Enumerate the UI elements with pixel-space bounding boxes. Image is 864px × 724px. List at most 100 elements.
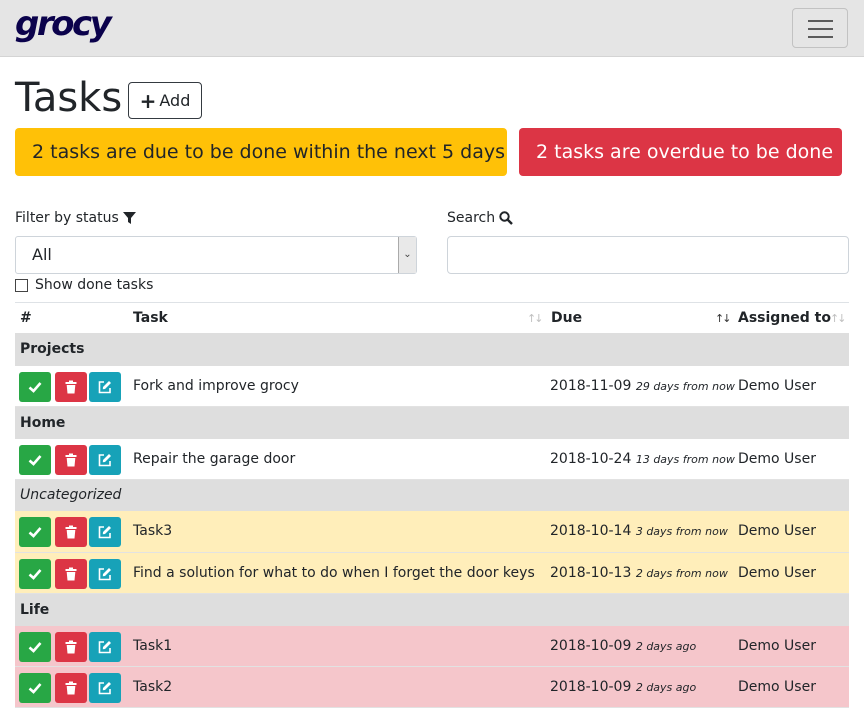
due-date: 2018-10-24 bbox=[550, 451, 632, 467]
due-relative: 13 days from now bbox=[635, 453, 735, 466]
table-row: Task1 2018-10-09 2 days ago Demo User bbox=[15, 626, 849, 667]
filter-label-wrap: Filter by status bbox=[15, 210, 136, 226]
group-row-projects: Projects bbox=[15, 333, 849, 366]
edit-icon bbox=[98, 641, 111, 654]
delete-button[interactable] bbox=[55, 673, 87, 703]
task-assigned: Demo User bbox=[738, 565, 816, 581]
mark-done-button[interactable] bbox=[19, 372, 51, 402]
delete-button[interactable] bbox=[55, 517, 87, 547]
delete-button[interactable] bbox=[55, 559, 87, 589]
brand-logo[interactable]: grocy bbox=[15, 4, 112, 44]
task-assigned: Demo User bbox=[738, 451, 816, 467]
table-row: Fork and improve grocy 2018-11-09 29 day… bbox=[15, 366, 849, 407]
mark-done-button[interactable] bbox=[19, 559, 51, 589]
check-icon bbox=[28, 569, 42, 580]
trash-icon bbox=[65, 567, 77, 581]
due-date: 2018-10-09 bbox=[550, 638, 632, 654]
mark-done-button[interactable] bbox=[19, 445, 51, 475]
search-label-wrap: Search bbox=[447, 210, 513, 226]
edit-button[interactable] bbox=[89, 445, 121, 475]
task-due: 2018-10-09 2 days ago bbox=[550, 679, 696, 695]
group-row-home: Home bbox=[15, 407, 849, 439]
table-row: Task3 2018-10-14 3 days from now Demo Us… bbox=[15, 511, 849, 553]
due-relative: 2 days ago bbox=[635, 681, 697, 694]
task-name: Repair the garage door bbox=[133, 451, 296, 467]
edit-button[interactable] bbox=[89, 559, 121, 589]
task-due: 2018-10-09 2 days ago bbox=[550, 638, 696, 654]
chevron-down-icon[interactable]: ⌄ bbox=[398, 237, 416, 273]
show-done-checkbox[interactable] bbox=[15, 278, 28, 292]
table-row: Find a solution for what to do when I fo… bbox=[15, 553, 849, 594]
trash-icon bbox=[65, 380, 77, 394]
delete-button[interactable] bbox=[55, 372, 87, 402]
sort-icon[interactable]: ↑↓ bbox=[830, 312, 847, 325]
hamburger-icon-bar bbox=[808, 28, 833, 30]
group-row-uncategorized: Uncategorized bbox=[15, 480, 849, 511]
task-due: 2018-11-09 29 days from now bbox=[550, 378, 735, 394]
task-name: Fork and improve grocy bbox=[133, 378, 299, 394]
add-button-label: Add bbox=[159, 91, 191, 110]
show-done-toggle[interactable]: Show done tasks bbox=[15, 277, 153, 293]
trash-icon bbox=[65, 640, 77, 654]
status-filter-select[interactable]: All ⌄ bbox=[15, 236, 417, 274]
edit-icon bbox=[98, 568, 111, 581]
add-task-button[interactable]: + Add bbox=[128, 82, 202, 119]
menu-toggle-button[interactable] bbox=[792, 8, 848, 48]
mark-done-button[interactable] bbox=[19, 673, 51, 703]
edit-icon bbox=[98, 454, 111, 467]
sort-active-icon[interactable]: ↑↓ bbox=[715, 312, 732, 325]
task-assigned: Demo User bbox=[738, 378, 816, 394]
due-relative: 2 days ago bbox=[635, 640, 697, 653]
hamburger-icon-bar bbox=[808, 36, 833, 38]
check-icon bbox=[28, 455, 42, 466]
due-relative: 29 days from now bbox=[635, 380, 735, 393]
task-name: Task2 bbox=[133, 679, 173, 695]
mark-done-button[interactable] bbox=[19, 517, 51, 547]
due-date: 2018-10-13 bbox=[550, 565, 632, 581]
task-assigned: Demo User bbox=[738, 638, 816, 654]
delete-button[interactable] bbox=[55, 445, 87, 475]
due-soon-alert[interactable]: 2 tasks are due to be done within the ne… bbox=[15, 128, 507, 176]
task-assigned: Demo User bbox=[738, 679, 816, 695]
task-due: 2018-10-13 2 days from now bbox=[550, 565, 728, 581]
filter-label: Filter by status bbox=[15, 210, 119, 226]
delete-button[interactable] bbox=[55, 632, 87, 662]
search-input[interactable] bbox=[447, 236, 849, 274]
group-row-life: Life bbox=[15, 594, 849, 626]
overdue-alert[interactable]: 2 tasks are overdue to be done bbox=[519, 128, 842, 176]
task-assigned: Demo User bbox=[738, 523, 816, 539]
edit-button[interactable] bbox=[89, 673, 121, 703]
table-row: Repair the garage door 2018-10-24 13 day… bbox=[15, 439, 849, 480]
check-icon bbox=[28, 683, 42, 694]
task-name: Find a solution for what to do when I fo… bbox=[133, 565, 535, 581]
filter-icon bbox=[122, 211, 136, 224]
column-header-due[interactable]: Due bbox=[551, 310, 582, 326]
plus-icon: + bbox=[139, 88, 157, 113]
edit-icon bbox=[98, 381, 111, 394]
due-date: 2018-10-09 bbox=[550, 679, 632, 695]
due-date: 2018-10-14 bbox=[550, 523, 632, 539]
table-row: Task2 2018-10-09 2 days ago Demo User bbox=[15, 667, 849, 708]
due-relative: 3 days from now bbox=[635, 525, 728, 538]
edit-icon bbox=[98, 682, 111, 695]
column-header-task[interactable]: Task bbox=[133, 310, 168, 326]
column-header-index[interactable]: # bbox=[20, 310, 32, 326]
task-due: 2018-10-14 3 days from now bbox=[550, 523, 728, 539]
task-name: Task1 bbox=[133, 638, 173, 654]
column-header-assigned[interactable]: Assigned to bbox=[738, 310, 831, 326]
table-divider bbox=[15, 302, 849, 303]
sort-icon[interactable]: ↑↓ bbox=[527, 312, 544, 325]
check-icon bbox=[28, 642, 42, 653]
search-icon bbox=[499, 211, 513, 225]
trash-icon bbox=[65, 453, 77, 467]
check-icon bbox=[28, 382, 42, 393]
show-done-label: Show done tasks bbox=[35, 277, 154, 293]
edit-button[interactable] bbox=[89, 372, 121, 402]
mark-done-button[interactable] bbox=[19, 632, 51, 662]
edit-button[interactable] bbox=[89, 517, 121, 547]
hamburger-icon bbox=[808, 20, 833, 22]
edit-button[interactable] bbox=[89, 632, 121, 662]
edit-icon bbox=[98, 526, 111, 539]
check-icon bbox=[28, 527, 42, 538]
trash-icon bbox=[65, 525, 77, 539]
